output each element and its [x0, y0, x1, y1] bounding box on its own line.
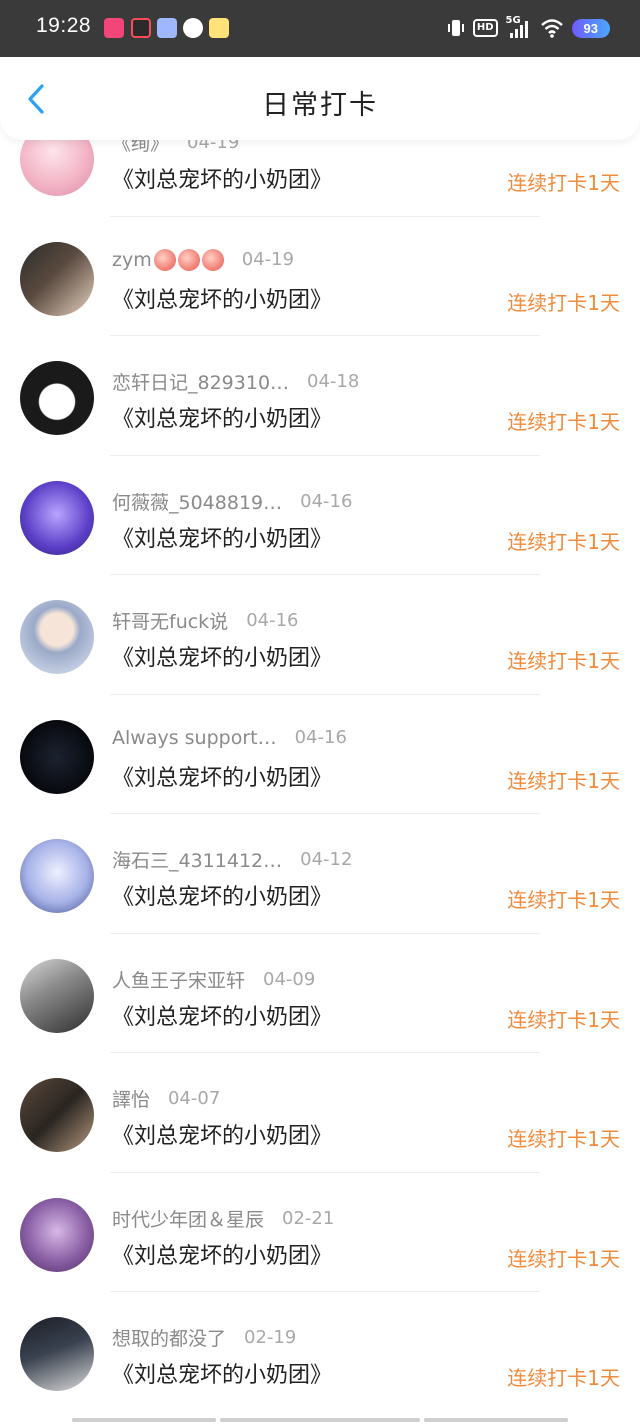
list-item[interactable]: 轩哥无fuck说 04-16 《刘总宠坏的小奶团》 连续打卡1天: [0, 575, 640, 695]
avatar[interactable]: [20, 1197, 94, 1272]
hd-badge: HD: [472, 19, 498, 37]
streak-label: 连续打卡1天: [507, 1007, 620, 1032]
battery-indicator: 93: [571, 18, 610, 38]
avatar[interactable]: [20, 480, 94, 555]
status-time: 19:28: [36, 14, 92, 37]
user-name[interactable]: Always support…: [112, 727, 277, 749]
user-name[interactable]: 轩哥无fuck说: [112, 607, 228, 634]
list-item[interactable]: Always support… 04-16 《刘总宠坏的小奶团》 连续打卡1天: [0, 695, 640, 814]
user-info: 人鱼王子宋亚轩 04-09: [112, 966, 315, 993]
list-item[interactable]: 想取的都没了 02-19 《刘总宠坏的小奶团》 连续打卡1天: [0, 1292, 640, 1412]
avatar[interactable]: [20, 958, 94, 1033]
book-title[interactable]: 《刘总宠坏的小奶团》: [112, 1118, 332, 1150]
header: 日常打卡: [0, 57, 640, 140]
checkin-date: 04-12: [300, 849, 353, 870]
list-item[interactable]: 恋轩日记_829310… 04-18 《刘总宠坏的小奶团》 连续打卡1天: [0, 336, 640, 456]
streak-label: 连续打卡1天: [507, 171, 620, 195]
peach-emoji-icon: [153, 249, 176, 271]
avatar[interactable]: [20, 839, 94, 913]
user-name[interactable]: 何薇薇_5048819…: [112, 488, 282, 515]
checkin-date: 04-19: [241, 249, 295, 271]
streak-label: 连续打卡1天: [507, 888, 620, 912]
reader-app-icon: [209, 18, 229, 38]
book-title[interactable]: 《刘总宠坏的小奶团》: [112, 521, 332, 553]
user-name-wrap[interactable]: zym: [112, 248, 224, 271]
list-item[interactable]: zym 04-19 《刘总宠坏的小奶团》 连续打卡1天: [0, 217, 640, 336]
book-title[interactable]: 《刘总宠坏的小奶团》: [112, 401, 332, 433]
user-info: 时代少年团＆星辰 02-21: [112, 1205, 334, 1232]
streak-label: 连续打卡1天: [507, 649, 620, 673]
user-info: 譯怡 04-07: [112, 1085, 220, 1112]
streak-label: 连续打卡1天: [507, 290, 620, 315]
checkin-date: 04-16: [300, 490, 353, 512]
user-name[interactable]: 譯怡: [112, 1085, 150, 1112]
book-title[interactable]: 《刘总宠坏的小奶团》: [112, 879, 332, 911]
app-notification-icon: [104, 18, 124, 38]
user-info: 海石三_4311412… 04-12: [112, 846, 352, 873]
peach-emoji-icon: [177, 249, 200, 271]
book-title[interactable]: 《刘总宠坏的小奶团》: [112, 999, 332, 1031]
avatar[interactable]: [20, 1078, 94, 1152]
list-item[interactable]: 何薇薇_5048819… 04-16 《刘总宠坏的小奶团》 连续打卡1天: [0, 456, 640, 575]
system-icons: HD 5G 93: [447, 15, 610, 40]
streak-label: 连续打卡1天: [507, 1246, 620, 1271]
book-title[interactable]: 《刘总宠坏的小奶团》: [112, 162, 332, 194]
avatar[interactable]: [20, 361, 94, 435]
user-info: 想取的都没了 02-19: [112, 1324, 296, 1351]
status-bar: 19:28 HD 5G 93: [0, 0, 640, 57]
list-item[interactable]: 时代少年团＆星辰 02-21 《刘总宠坏的小奶团》 连续打卡1天: [0, 1173, 640, 1292]
user-name: zym: [112, 248, 152, 271]
user-name[interactable]: 想取的都没了: [112, 1324, 226, 1351]
avatar[interactable]: [20, 719, 94, 794]
checkin-date: 04-07: [168, 1088, 221, 1109]
streak-label: 连续打卡1天: [507, 1366, 620, 1390]
user-name[interactable]: 时代少年团＆星辰: [112, 1205, 264, 1232]
book-title[interactable]: 《刘总宠坏的小奶团》: [112, 640, 332, 672]
user-info: 轩哥无fuck说 04-16: [112, 607, 299, 634]
list-item[interactable]: 海石三_4311412… 04-12 《刘总宠坏的小奶团》 连续打卡1天: [0, 814, 640, 934]
book-title[interactable]: 《刘总宠坏的小奶团》: [112, 282, 332, 314]
streak-label: 连续打卡1天: [507, 410, 620, 434]
checkin-date: 02-21: [282, 1207, 335, 1229]
avatar[interactable]: [20, 1317, 94, 1391]
user-info: 恋轩日记_829310… 04-18: [112, 368, 359, 395]
checkin-date: 04-16: [246, 610, 299, 631]
avatar[interactable]: [20, 600, 94, 674]
vibrate-icon: [447, 20, 464, 36]
video-app-icon: [131, 18, 151, 38]
streak-label: 连续打卡1天: [507, 768, 620, 793]
list-item[interactable]: 人鱼王子宋亚轩 04-09 《刘总宠坏的小奶团》 连续打卡1天: [0, 934, 640, 1053]
checkin-date: 04-16: [294, 727, 347, 748]
network-label: 5G: [506, 15, 532, 39]
peach-emoji-icon: [201, 249, 224, 271]
avatar[interactable]: [20, 241, 94, 316]
user-name[interactable]: 人鱼王子宋亚轩: [112, 966, 245, 993]
book-title[interactable]: 《刘总宠坏的小奶团》: [112, 1238, 332, 1270]
bottom-indicator: [220, 1418, 420, 1422]
user-name[interactable]: 恋轩日记_829310…: [112, 368, 289, 395]
page-title: 日常打卡: [262, 90, 378, 121]
streak-label: 连续打卡1天: [507, 529, 620, 554]
camera-app-icon: [157, 18, 177, 38]
signal-icon: [509, 21, 528, 38]
user-info: Always support… 04-16: [112, 727, 347, 749]
compass-app-icon: [183, 18, 203, 38]
bottom-indicator: [72, 1418, 216, 1422]
book-title[interactable]: 《刘总宠坏的小奶团》: [112, 760, 332, 792]
user-name[interactable]: 海石三_4311412…: [112, 846, 282, 873]
checkin-date: 04-18: [307, 371, 360, 392]
list-item[interactable]: 譯怡 04-07 《刘总宠坏的小奶团》 连续打卡1天: [0, 1053, 640, 1173]
checkin-date: 02-19: [244, 1327, 297, 1348]
user-info: zym 04-19: [112, 248, 295, 271]
bottom-indicator: [424, 1418, 568, 1422]
user-info: 何薇薇_5048819… 04-16: [112, 488, 352, 515]
book-title[interactable]: 《刘总宠坏的小奶团》: [112, 1357, 332, 1389]
streak-label: 连续打卡1天: [507, 1127, 620, 1151]
wifi-icon: [540, 19, 563, 38]
checkin-date: 04-09: [263, 968, 316, 990]
checkin-list: 《绚》 04-19 《刘总宠坏的小奶团》 连续打卡1天 zym 04-19 《刘…: [0, 97, 640, 1412]
